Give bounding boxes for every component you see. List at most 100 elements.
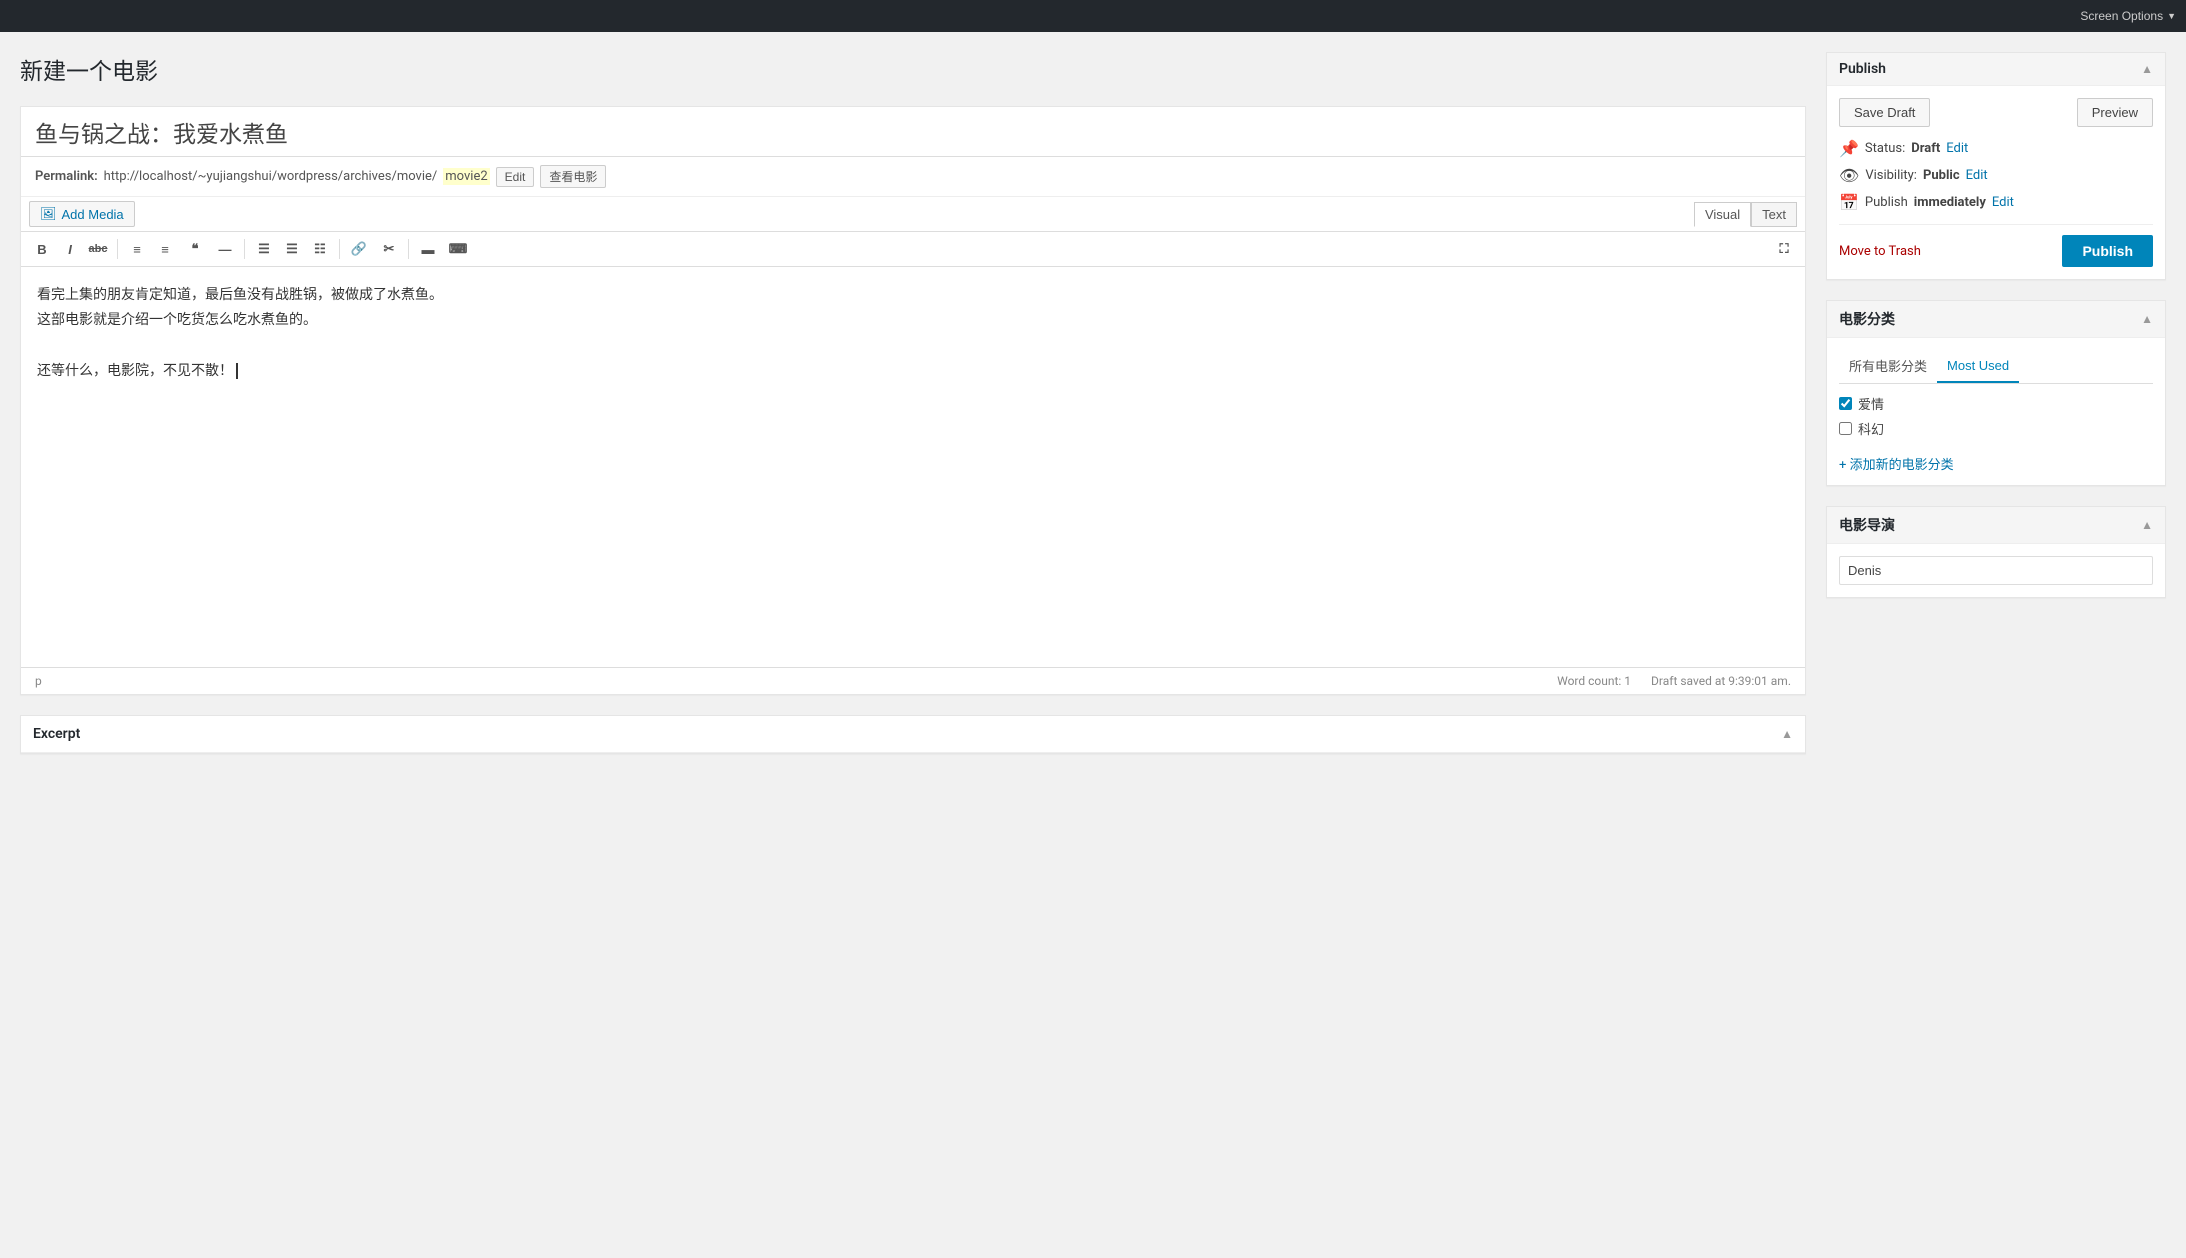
editor-toolbar-row1: 🖼 Add Media Visual Text: [21, 197, 1805, 232]
category-item-romance: 爱情: [1839, 394, 2153, 413]
category-checkbox-scifi[interactable]: [1839, 422, 1852, 435]
categories-box-title: 电影分类: [1839, 309, 1895, 329]
publish-box-content: Save Draft Preview 📌 Status: Draft Edit …: [1827, 86, 2165, 279]
calendar-icon: 📅: [1839, 193, 1859, 212]
visibility-edit-link[interactable]: Edit: [1966, 168, 1988, 183]
editor-content-area[interactable]: 看完上集的朋友肯定知道，最后鱼没有战胜锅，被做成了水煮鱼。 这部电影就是介绍一个…: [21, 267, 1805, 667]
align-right-button[interactable]: ☷: [307, 236, 333, 262]
visibility-row: 👁 Visibility: Public Edit: [1839, 166, 2153, 185]
publish-timing-row: 📅 Publish immediately Edit: [1839, 193, 2153, 212]
permalink-row: Permalink: http://localhost/~yujiangshui…: [21, 157, 1805, 197]
excerpt-header[interactable]: Excerpt ▲: [21, 716, 1805, 753]
fullscreen-button[interactable]: ⛶: [1771, 236, 1797, 262]
visibility-value: Public: [1923, 168, 1960, 183]
hr-button[interactable]: —: [212, 236, 238, 262]
visibility-icon: 👁: [1839, 166, 1859, 185]
excerpt-toggle-icon: ▲: [1781, 727, 1793, 741]
tab-most-used[interactable]: Most Used: [1937, 350, 2019, 383]
tab-visual[interactable]: Visual: [1694, 202, 1751, 227]
category-item-scifi: 科幻: [1839, 419, 2153, 438]
toolbar-separator-3: [339, 239, 340, 259]
toolbar-group-list: ≡ ≡: [124, 236, 178, 262]
permalink-slug: movie2: [443, 168, 489, 185]
publish-timing-label: Publish: [1865, 195, 1908, 210]
category-label-romance: 爱情: [1858, 394, 1884, 413]
italic-button[interactable]: I: [57, 236, 83, 262]
status-icon: 📌: [1839, 139, 1859, 158]
category-label-scifi: 科幻: [1858, 419, 1884, 438]
strikethrough-button[interactable]: abc: [85, 236, 111, 262]
add-media-button[interactable]: 🖼 Add Media: [29, 201, 135, 227]
add-category-link[interactable]: + 添加新的电影分类: [1839, 454, 1954, 473]
ol-button[interactable]: ≡: [152, 236, 178, 262]
toolbar-group-align: ☰ ☰ ☷: [251, 236, 333, 262]
director-box-title: 电影导演: [1839, 515, 1895, 535]
editor-tabs: Visual Text: [1694, 202, 1797, 227]
page-title: 新建一个电影: [20, 52, 1806, 86]
html-tag-indicator: p: [35, 674, 42, 688]
content-paragraph-2: 这部电影就是介绍一个吃货怎么吃水煮鱼的。: [37, 308, 1789, 333]
editor-format-toolbar: B I abc ≡ ≡ ❝ — ☰ ☰ ☷ 🔗 ✂: [21, 232, 1805, 267]
director-box: 电影导演 ▲: [1826, 506, 2166, 598]
categories-toggle-icon: ▲: [2141, 312, 2153, 326]
toolbar-separator-4: [408, 239, 409, 259]
align-left-button[interactable]: ☰: [251, 236, 277, 262]
status-value: Draft: [1911, 141, 1940, 156]
align-center-button[interactable]: ☰: [279, 236, 305, 262]
excerpt-section: Excerpt ▲: [20, 715, 1806, 754]
categories-box-content: 所有电影分类 Most Used 爱情 科幻 + 添加新的电影分类: [1827, 338, 2165, 485]
excerpt-label: Excerpt: [33, 726, 80, 742]
save-draft-button[interactable]: Save Draft: [1839, 98, 1930, 127]
status-row: 📌 Status: Draft Edit: [1839, 139, 2153, 158]
publish-button[interactable]: Publish: [2062, 235, 2153, 267]
draft-saved-status: Draft saved at 9:39:01 am.: [1651, 674, 1791, 688]
post-title-input[interactable]: [21, 107, 1805, 157]
link-button[interactable]: 🔗: [346, 236, 372, 262]
add-media-icon: 🖼: [40, 206, 57, 222]
status-edit-link[interactable]: Edit: [1946, 141, 1968, 156]
word-count: Word count: 1: [1557, 674, 1631, 688]
categories-box-header: 电影分类 ▲: [1827, 301, 2165, 338]
ul-button[interactable]: ≡: [124, 236, 150, 262]
director-toggle-icon: ▲: [2141, 518, 2153, 532]
editor-footer: p Word count: 1 Draft saved at 9:39:01 a…: [21, 667, 1805, 694]
status-label: Status:: [1865, 141, 1905, 156]
sidebar: Publish ▲ Save Draft Preview 📌 Status: D…: [1826, 52, 2166, 754]
category-checkbox-romance[interactable]: [1839, 397, 1852, 410]
blockquote-button[interactable]: ❝: [182, 236, 208, 262]
publish-timing-value: immediately: [1914, 195, 1986, 210]
permalink-url: http://localhost/~yujiangshui/wordpress/…: [104, 169, 438, 184]
director-box-content: [1827, 544, 2165, 597]
post-editor-box: Permalink: http://localhost/~yujiangshui…: [20, 106, 1806, 695]
content-paragraph-1: 看完上集的朋友肯定知道，最后鱼没有战胜锅，被做成了水煮鱼。: [37, 283, 1789, 308]
publish-box: Publish ▲ Save Draft Preview 📌 Status: D…: [1826, 52, 2166, 280]
publish-box-title: Publish: [1839, 61, 1886, 77]
kbd-button[interactable]: ⌨: [445, 236, 471, 262]
content-paragraph-3: 还等什么，电影院，不见不散！: [37, 359, 1789, 384]
view-post-button[interactable]: 查看电影: [540, 165, 606, 188]
toolbar-separator-2: [244, 239, 245, 259]
tab-all-categories[interactable]: 所有电影分类: [1839, 350, 1937, 383]
screen-options-button[interactable]: Screen Options: [2080, 9, 2176, 23]
insert-more-button[interactable]: ▬: [415, 236, 441, 262]
toolbar-group-text: B I abc: [29, 236, 111, 262]
publish-timing-edit-link[interactable]: Edit: [1992, 195, 2014, 210]
move-to-trash-link[interactable]: Move to Trash: [1839, 244, 1921, 259]
permalink-label: Permalink:: [35, 169, 98, 184]
add-media-label: Add Media: [62, 207, 124, 222]
publish-actions-row: Save Draft Preview: [1839, 98, 2153, 127]
publish-box-header: Publish ▲: [1827, 53, 2165, 86]
category-tabs: 所有电影分类 Most Used: [1839, 350, 2153, 384]
permalink-edit-button[interactable]: Edit: [496, 167, 535, 187]
bold-button[interactable]: B: [29, 236, 55, 262]
publish-footer: Move to Trash Publish: [1839, 224, 2153, 267]
publish-toggle-icon: ▲: [2141, 62, 2153, 76]
director-input[interactable]: [1839, 556, 2153, 585]
toolbar-separator-1: [117, 239, 118, 259]
visibility-label: Visibility:: [1865, 168, 1917, 183]
unlink-button[interactable]: ✂: [376, 236, 402, 262]
preview-button[interactable]: Preview: [2077, 98, 2153, 127]
director-box-header: 电影导演 ▲: [1827, 507, 2165, 544]
categories-box: 电影分类 ▲ 所有电影分类 Most Used 爱情 科幻: [1826, 300, 2166, 486]
tab-text[interactable]: Text: [1751, 202, 1797, 227]
